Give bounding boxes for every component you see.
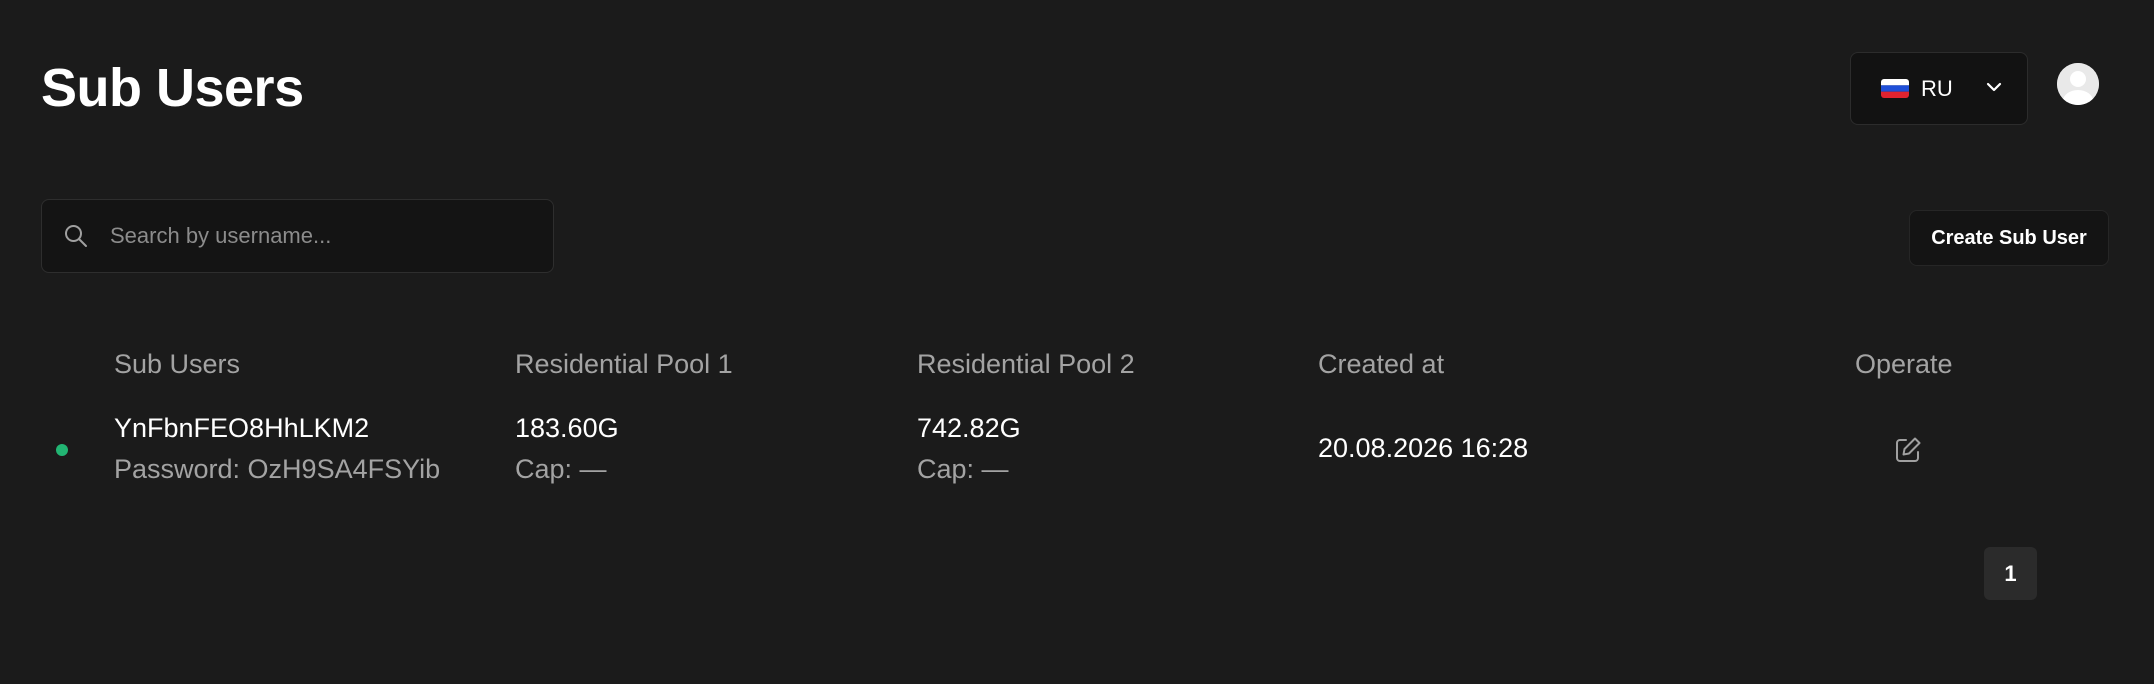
column-header-created-at: Created at [1318,349,1445,379]
pool-2-usage: 742.82G [917,413,1021,443]
column-header-residential-pool-1: Residential Pool 1 [515,349,733,379]
password-text: Password: OzH9SA4FSYib [114,454,441,484]
russia-flag-icon [1881,79,1909,98]
created-at: 20.08.2026 16:28 [1318,433,1529,463]
column-header-residential-pool-2: Residential Pool 2 [917,349,1135,379]
pool-2-cap: Cap: — [917,454,1009,484]
chevron-down-icon [1985,80,2003,98]
language-select[interactable]: RU [1850,52,2028,125]
status-dot [56,444,68,456]
edit-icon[interactable] [1892,434,1924,466]
search-icon [62,222,90,250]
page-title: Sub Users [41,58,304,118]
pagination-page-1[interactable]: 1 [1984,547,2037,600]
column-header-sub-users: Sub Users [114,349,241,379]
user-avatar-icon[interactable] [2057,63,2099,105]
username: YnFbnFEO8HhLKM2 [114,413,370,443]
column-header-operate: Operate [1855,349,1953,379]
search-box[interactable] [41,199,554,273]
create-sub-user-button[interactable]: Create Sub User [1909,210,2109,266]
pool-1-cap: Cap: — [515,454,607,484]
language-code: RU [1921,75,1953,101]
search-input[interactable] [108,222,532,250]
pool-1-usage: 183.60G [515,413,619,443]
